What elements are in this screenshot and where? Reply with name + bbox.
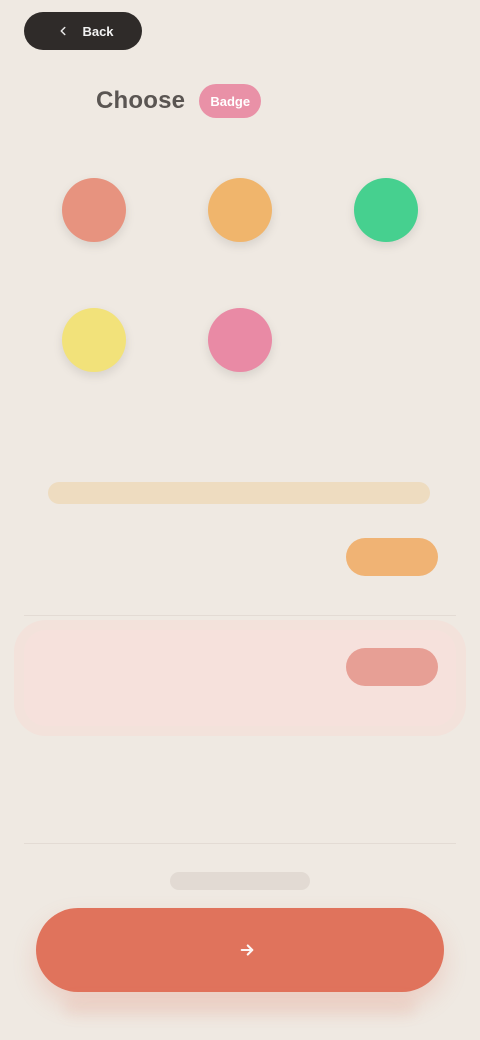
card-action-button[interactable] — [346, 538, 438, 576]
color-option-label — [170, 252, 310, 280]
color-option[interactable] — [24, 308, 164, 428]
color-option[interactable] — [316, 178, 456, 298]
color-option-label — [24, 382, 164, 410]
color-swatch — [208, 308, 272, 372]
color-swatch — [354, 178, 418, 242]
card-text — [46, 766, 438, 780]
section-divider — [48, 482, 430, 504]
color-swatch — [62, 178, 126, 242]
color-swatch — [62, 308, 126, 372]
primary-cta-button[interactable] — [36, 908, 444, 992]
arrow-right-icon — [236, 939, 258, 961]
color-option-label — [316, 252, 456, 280]
card-row — [46, 538, 438, 576]
card-inner — [24, 630, 456, 704]
color-option-label — [170, 382, 310, 410]
color-option[interactable] — [170, 308, 310, 428]
page-title: Choose — [96, 87, 186, 114]
color-option-label — [24, 252, 164, 280]
color-option[interactable] — [24, 178, 164, 298]
status-badge: Badge — [199, 84, 262, 118]
card-action-button[interactable] — [346, 648, 438, 686]
color-options-grid — [24, 178, 456, 448]
card-text — [46, 648, 334, 662]
card-row — [46, 766, 438, 780]
card-inner — [24, 520, 456, 594]
card-row — [46, 648, 438, 686]
color-option[interactable] — [170, 178, 310, 298]
footer-hint — [170, 872, 310, 890]
card-inner — [24, 748, 456, 798]
back-button[interactable]: Back — [24, 12, 142, 50]
screen: Back Choose Badge — [0, 0, 480, 1040]
card-1 — [24, 520, 456, 616]
chevron-left-icon — [52, 20, 74, 42]
card-text — [46, 538, 334, 552]
back-button-label: Back — [82, 23, 114, 39]
header: Choose Badge — [96, 76, 396, 126]
color-swatch — [208, 178, 272, 242]
card-divider-line — [24, 843, 456, 844]
cta-shadow — [64, 998, 416, 1016]
card-2-alert — [24, 630, 456, 726]
card-divider-line — [24, 615, 456, 616]
card-3 — [24, 748, 456, 844]
